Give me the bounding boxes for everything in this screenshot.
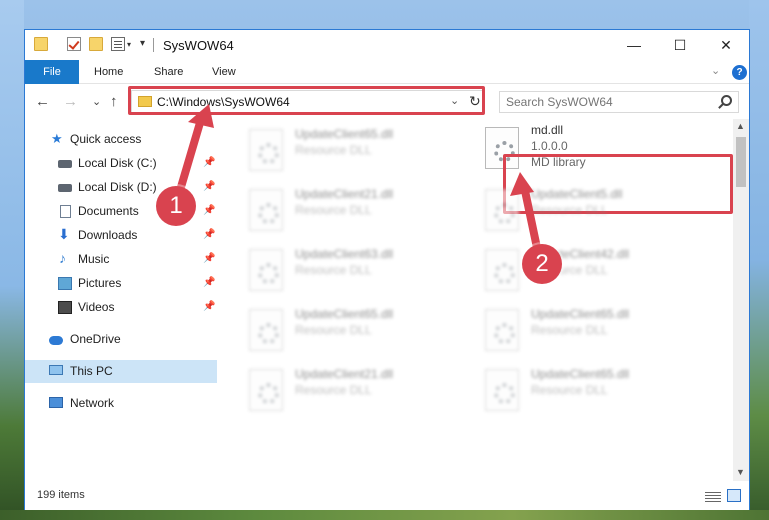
arrow-1-head bbox=[188, 104, 214, 128]
step-1-badge: 1 bbox=[156, 186, 196, 226]
arrow-2-head bbox=[510, 172, 534, 196]
step-2-badge: 2 bbox=[522, 244, 562, 284]
annotation-arrows bbox=[172, 104, 544, 266]
